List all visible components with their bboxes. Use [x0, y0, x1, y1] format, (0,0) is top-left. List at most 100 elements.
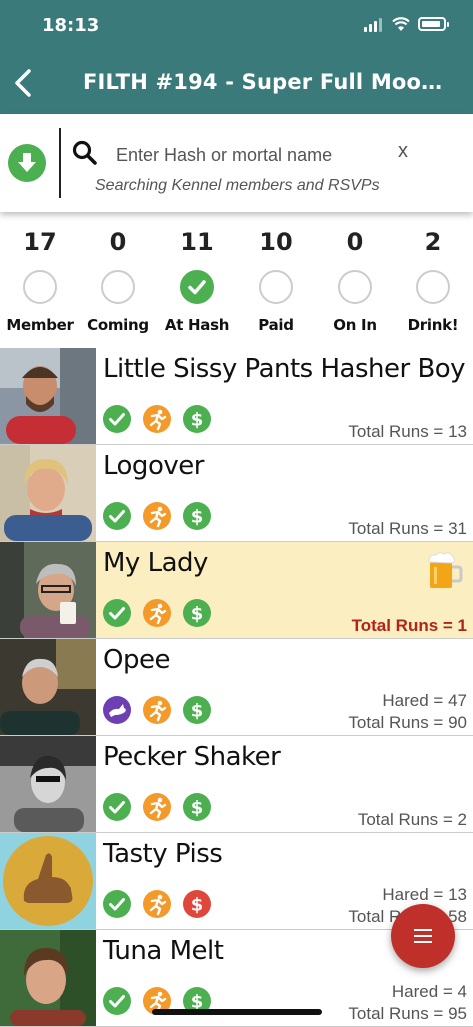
avatar [0, 736, 96, 832]
runner-icon[interactable] [143, 793, 171, 821]
avatar [0, 833, 96, 929]
stat-label: On In [333, 316, 377, 334]
total-runs: Total Runs = 90 [348, 713, 467, 732]
at-hash-check-icon[interactable] [103, 502, 131, 530]
list-item[interactable]: Opee $ Hared = 47 Total Runs = 90 [0, 639, 473, 736]
stat-label: Coming [87, 316, 149, 334]
status-bar: 18:13 [0, 0, 473, 52]
runner-icon[interactable] [143, 696, 171, 724]
svg-text:$: $ [191, 604, 204, 625]
stat-toggle-circle[interactable] [180, 270, 214, 304]
paid-dollar-icon[interactable]: $ [183, 599, 211, 627]
search-hint: Searching Kennel members and RSVPs [95, 177, 380, 194]
back-arrow-icon[interactable] [12, 68, 36, 98]
paid-dollar-icon[interactable]: $ [183, 502, 211, 530]
avatar [0, 930, 96, 1026]
paid-dollar-icon[interactable]: $ [183, 793, 211, 821]
stat-count: 0 [346, 228, 364, 256]
check-icon [188, 280, 206, 295]
member-name: Tasty Piss [103, 839, 223, 869]
hare-icon[interactable] [103, 696, 131, 724]
member-name: Little Sissy Pants Hasher Boy [103, 354, 466, 384]
stat-toggle-circle[interactable] [23, 270, 57, 304]
search-input[interactable] [116, 140, 376, 170]
at-hash-check-icon[interactable] [103, 987, 131, 1015]
total-runs: Total Runs = 1 [351, 616, 467, 635]
menu-icon [414, 929, 432, 931]
svg-text:$: $ [191, 507, 204, 528]
member-name: Pecker Shaker [103, 742, 281, 772]
list-item[interactable]: My Lady $ Total Runs = 1 [0, 542, 473, 639]
stat-count: 17 [23, 228, 57, 256]
menu-icon [414, 941, 432, 943]
hared-count: Hared = 4 [391, 982, 467, 1001]
member-name: My Lady [103, 548, 208, 578]
svg-text:$: $ [191, 701, 204, 722]
search-divider [59, 128, 61, 198]
avatar [0, 542, 96, 638]
download-button[interactable] [8, 144, 46, 182]
runner-icon[interactable] [143, 502, 171, 530]
runner-icon[interactable] [143, 599, 171, 627]
stat-toggle-circle[interactable] [416, 270, 450, 304]
stat-at-hash[interactable]: 11 At Hash [157, 222, 237, 334]
total-runs: Total Runs = 13 [348, 422, 467, 441]
at-hash-check-icon[interactable] [103, 793, 131, 821]
svg-text:$: $ [191, 895, 204, 916]
total-runs: Total Runs = 95 [348, 1004, 467, 1023]
search-panel: x Searching Kennel members and RSVPs [0, 114, 473, 212]
hared-count: Hared = 13 [382, 885, 467, 904]
download-arrow-icon [18, 153, 36, 172]
stat-count: 2 [424, 228, 442, 256]
stat-label: At Hash [164, 316, 230, 334]
avatar [0, 348, 96, 444]
list-item[interactable]: Little Sissy Pants Hasher Boy $ Total Ru… [0, 348, 473, 445]
member-name: Tuna Melt [103, 936, 224, 966]
member-name: Logover [103, 451, 204, 481]
runner-icon[interactable] [143, 405, 171, 433]
list-item[interactable]: Pecker Shaker $ Total Runs = 2 [0, 736, 473, 833]
menu-fab-button[interactable] [391, 904, 455, 968]
member-name: Opee [103, 645, 170, 675]
runner-icon[interactable] [143, 890, 171, 918]
hared-count: Hared = 47 [382, 691, 467, 710]
stat-coming[interactable]: 0 Coming [78, 222, 158, 334]
wifi-icon [392, 17, 410, 31]
avatar [0, 445, 96, 541]
stat-on-in[interactable]: 0 On In [315, 222, 395, 334]
cellular-signal-icon [364, 18, 384, 32]
stat-paid[interactable]: 10 Paid [236, 222, 316, 334]
paid-dollar-icon[interactable]: $ [183, 696, 211, 724]
clear-search-button[interactable]: x [398, 140, 408, 163]
total-runs: Total Runs = 31 [348, 519, 467, 538]
home-indicator[interactable] [152, 1009, 322, 1015]
avatar [0, 639, 96, 735]
beer-mug-icon[interactable] [427, 550, 463, 590]
search-icon [72, 140, 97, 165]
stat-count: 10 [259, 228, 293, 256]
stat-drink[interactable]: 2 Drink! [393, 222, 473, 334]
paid-dollar-icon[interactable]: $ [183, 405, 211, 433]
stat-toggle-circle[interactable] [259, 270, 293, 304]
stat-label: Member [6, 316, 74, 334]
stats-bar: 17 Member 0 Coming 11 At Hash 10 Paid 0 … [0, 222, 473, 348]
at-hash-check-icon[interactable] [103, 405, 131, 433]
stat-toggle-circle[interactable] [338, 270, 372, 304]
at-hash-check-icon[interactable] [103, 890, 131, 918]
stat-label: Paid [258, 316, 294, 334]
at-hash-check-icon[interactable] [103, 599, 131, 627]
unpaid-dollar-icon[interactable]: $ [183, 890, 211, 918]
stat-count: 0 [109, 228, 127, 256]
list-item[interactable]: Logover $ Total Runs = 31 [0, 445, 473, 542]
menu-icon [414, 935, 432, 937]
stat-label: Drink! [407, 316, 459, 334]
page-title: FILTH #194 - Super Full Moon Drink! [83, 70, 443, 94]
stat-toggle-circle[interactable] [101, 270, 135, 304]
stat-member[interactable]: 17 Member [0, 222, 80, 334]
stat-count: 11 [180, 228, 214, 256]
battery-icon [418, 17, 449, 31]
total-runs: Total Runs = 2 [357, 810, 467, 829]
svg-text:$: $ [191, 798, 204, 819]
app-header: 18:13 FILTH #194 - Super Full Moon Drink… [0, 0, 473, 114]
svg-text:$: $ [191, 410, 204, 431]
